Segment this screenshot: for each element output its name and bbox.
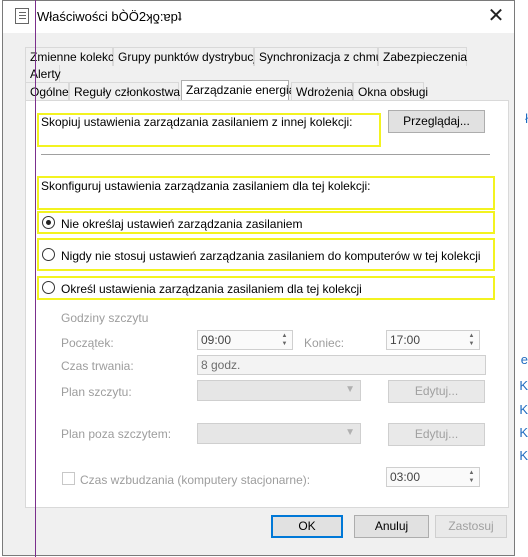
edit-peak-plan-button[interactable]: Edytuj... bbox=[388, 380, 485, 403]
tab-power-management[interactable]: Zarządzanie energią bbox=[181, 80, 295, 102]
browse-button[interactable]: Przeglądaj... bbox=[388, 110, 485, 133]
start-time-value: 09:00 bbox=[201, 333, 232, 347]
radio-never-apply[interactable] bbox=[42, 248, 55, 261]
peak-plan-select[interactable]: ▼ bbox=[197, 380, 361, 401]
end-time-value: 17:00 bbox=[390, 333, 421, 347]
offpeak-plan-select[interactable]: ▼ bbox=[197, 423, 361, 444]
offpeak-plan-label: Plan poza szczytem: bbox=[61, 427, 172, 441]
window-icon bbox=[15, 8, 29, 24]
tab-deployments[interactable]: Wdrożenia bbox=[291, 82, 353, 101]
window-title: Właściwości bÒÖ2ʞƍ:ɐpʇ bbox=[37, 9, 182, 24]
chevron-down-icon: ▼ bbox=[345, 384, 355, 395]
close-icon[interactable]: ✕ bbox=[486, 4, 506, 28]
tab-maintenance-windows[interactable]: Okna obsługi bbox=[353, 82, 428, 101]
duration-label: Czas trwania: bbox=[61, 359, 134, 373]
duration-field: 8 godz. bbox=[197, 355, 486, 375]
ok-button[interactable]: OK bbox=[271, 515, 343, 538]
start-time-input[interactable]: 09:00 ▲ ▼ bbox=[197, 330, 293, 350]
spin-arrows-icon[interactable]: ▲ ▼ bbox=[465, 469, 478, 485]
wakeup-time-value: 03:00 bbox=[390, 470, 421, 484]
cancel-button[interactable]: Anuluj bbox=[354, 515, 429, 538]
spin-arrows-icon[interactable]: ▲ ▼ bbox=[278, 332, 291, 348]
tab-membership-rules[interactable]: Reguły członkostwa bbox=[69, 82, 180, 101]
peak-hours-heading: Godziny szczytu bbox=[61, 311, 149, 325]
tab-cloud-sync[interactable]: Synchronizacja z chmurą bbox=[254, 47, 393, 66]
background-link-fragment: K bbox=[519, 448, 528, 463]
end-label: Koniec: bbox=[304, 336, 345, 350]
tab-distribution-point-groups[interactable]: Grupy punktów dystrybucji bbox=[113, 47, 259, 66]
background-link-fragment: K bbox=[519, 402, 528, 417]
peak-plan-label: Plan szczytu: bbox=[61, 385, 132, 399]
title-bar: Właściwości bÒÖ2ʞƍ:ɐpʇ ✕ bbox=[3, 1, 514, 33]
radio-never-apply-label: Nigdy nie stosuj ustawień zarządzania za… bbox=[61, 249, 481, 263]
vertical-marker-line bbox=[35, 0, 36, 557]
properties-dialog: Właściwości bÒÖ2ʞƍ:ɐpʇ ✕ Zmienne kolekcj… bbox=[2, 0, 515, 556]
tab-collection-variables[interactable]: Zmienne kolekcji bbox=[25, 47, 119, 66]
separator bbox=[41, 154, 490, 155]
edit-offpeak-plan-button[interactable]: Edytuj... bbox=[388, 423, 485, 446]
end-time-input[interactable]: 17:00 ▲ ▼ bbox=[386, 330, 480, 350]
apply-button[interactable]: Zastosuj bbox=[435, 515, 507, 538]
chevron-down-icon: ▼ bbox=[345, 427, 355, 438]
radio-no-settings-label: Nie określaj ustawień zarządzania zasila… bbox=[61, 217, 303, 231]
power-management-panel: Skopiuj ustawienia zarządzania zasilanie… bbox=[25, 100, 509, 508]
wakeup-label: Czas wzbudzania (komputery stacjonarne): bbox=[80, 473, 311, 487]
copy-settings-label: Skopiuj ustawienia zarządzania zasilanie… bbox=[41, 115, 353, 129]
background-text-fragment: e bbox=[520, 352, 528, 367]
wakeup-checkbox[interactable] bbox=[62, 472, 75, 485]
wakeup-time-input[interactable]: 03:00 ▲ ▼ bbox=[386, 467, 480, 487]
spin-arrows-icon[interactable]: ▲ ▼ bbox=[465, 332, 478, 348]
start-label: Początek: bbox=[61, 336, 114, 350]
background-link-fragment: K bbox=[519, 425, 528, 440]
configure-settings-label: Skonfiguruj ustawienia zarządzania zasil… bbox=[41, 179, 371, 193]
radio-specify[interactable] bbox=[42, 281, 55, 294]
radio-no-settings[interactable] bbox=[42, 216, 55, 229]
background-link-fragment: K bbox=[519, 378, 528, 393]
tab-general[interactable]: Ogólne bbox=[25, 82, 69, 101]
radio-specify-label: Określ ustawienia zarządzania zasilaniem… bbox=[61, 282, 362, 296]
tab-security[interactable]: Zabezpieczenia bbox=[378, 47, 467, 66]
